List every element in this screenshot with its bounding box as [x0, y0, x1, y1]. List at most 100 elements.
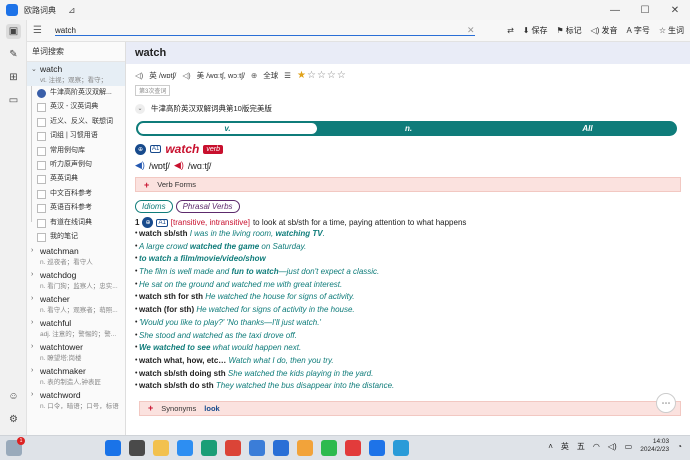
ime-mode[interactable]: 五	[577, 441, 585, 452]
example-text: He sat on the ground and watched me with…	[139, 279, 343, 289]
start-icon[interactable]	[105, 440, 121, 456]
pen-nav-icon[interactable]: ✎	[6, 47, 21, 62]
chevron-down-icon[interactable]: ⌄	[31, 65, 37, 73]
chevron-right-icon[interactable]: ›	[31, 319, 33, 326]
example-sentence: The film is well made and fun to watch—j…	[126, 266, 690, 279]
dict-item[interactable]: 近义、反义、联想词	[27, 115, 125, 129]
translate-nav-icon[interactable]: ⊞	[6, 70, 21, 85]
speaker-uk-icon[interactable]: ◀)	[135, 160, 145, 171]
chevron-right-icon[interactable]: ›	[31, 295, 33, 302]
tag-button[interactable]: ⚑ 标记	[556, 25, 581, 36]
list-item-selected[interactable]: ⌄ watch vt. 注视；观察；看守；	[27, 62, 125, 86]
search-icon[interactable]	[129, 440, 145, 456]
phrasal-verbs-link[interactable]: Phrasal Verbs	[175, 200, 240, 213]
dict-item[interactable]: 牛津高阶英汉双解...	[27, 86, 125, 100]
list-item[interactable]: › watchful adj. 注意的；警惕的；警...	[27, 316, 125, 340]
search-input[interactable]	[55, 25, 475, 36]
notification-bell-icon[interactable]: ◔	[677, 442, 682, 451]
star-icon: ☆	[326, 70, 336, 81]
speak-button[interactable]: ◁) 发音	[591, 25, 618, 36]
dictionary-icon[interactable]	[393, 440, 409, 456]
clear-search-icon[interactable]: ✕	[467, 25, 475, 36]
synonym-word[interactable]: look	[204, 404, 219, 413]
chevron-up-icon[interactable]: ˄	[548, 442, 553, 451]
list-icon[interactable]: ☰	[284, 71, 291, 80]
chevron-right-icon[interactable]: ›	[31, 247, 33, 254]
sense-definition: 1 ⊕ A1 [transitive, intransitive] to loo…	[126, 213, 690, 228]
wechat-icon[interactable]	[321, 440, 337, 456]
dict-item[interactable]: 英汉 - 汉英词典	[27, 100, 125, 114]
tab-verb[interactable]: v.	[138, 123, 317, 134]
user-nav-icon[interactable]: ☺	[6, 389, 21, 404]
vscode-icon[interactable]	[273, 440, 289, 456]
photo-icon[interactable]	[249, 440, 265, 456]
dict-item[interactable]: 词组 | 习惯用语	[27, 129, 125, 143]
chrome-icon[interactable]	[225, 440, 241, 456]
pin-icon[interactable]: ⊿	[68, 5, 76, 16]
pron-us: 美 /wɑːtʃ, wɔːtʃ/	[196, 71, 245, 80]
eudic-icon[interactable]	[369, 440, 385, 456]
tab-all[interactable]: All	[498, 124, 677, 133]
dict-section-header[interactable]: ⌄ 牛津高阶英汉双解词典第10版完美版	[126, 96, 690, 114]
chevron-right-icon[interactable]: ›	[31, 271, 33, 278]
vocab-button[interactable]: ☆ 生词	[659, 25, 684, 36]
wifi-icon[interactable]: ◠	[593, 442, 600, 451]
edge-icon[interactable]	[201, 440, 217, 456]
example-keyword: fun to watch	[231, 267, 279, 277]
maximize-button[interactable]: ☐	[630, 5, 660, 16]
chevron-right-icon[interactable]: ›	[31, 391, 33, 398]
files-icon[interactable]	[153, 440, 169, 456]
list-item[interactable]: › watchword n. 口令，暗语；口号，标语	[27, 388, 125, 412]
idioms-link[interactable]: Idioms	[135, 200, 173, 213]
sublime-icon[interactable]	[297, 440, 313, 456]
volume-icon[interactable]: ◁)	[608, 442, 617, 451]
dict-item[interactable]: 英语百科参考	[27, 201, 125, 215]
save-button[interactable]: ⬇ 保存	[523, 25, 548, 36]
synonyms-toggle[interactable]: + Synonyms look	[139, 400, 681, 416]
folder-nav-icon[interactable]: ▭	[6, 93, 21, 108]
chat-bubble-icon[interactable]: ⋯	[656, 393, 676, 413]
chevron-right-icon[interactable]: ›	[31, 343, 33, 350]
dictionary-nav-icon[interactable]: ▣	[6, 24, 21, 39]
close-button[interactable]: ✕	[660, 5, 690, 16]
star-icon: ☆	[306, 70, 316, 81]
speaker-us-icon[interactable]: ◀)	[174, 160, 184, 171]
speaker-us-icon[interactable]: ◁)	[182, 71, 190, 80]
battery-icon[interactable]: ▭	[625, 442, 633, 451]
list-item[interactable]: › watchtower n. 瞭望塔;岗楼	[27, 340, 125, 364]
list-item[interactable]: › watchdog n. 看门狗；监察人；忠实...	[27, 268, 125, 292]
example-pattern: watch sth for sth	[139, 292, 204, 302]
example-pattern: watch sb/sth	[139, 229, 188, 238]
dict-item[interactable]: 中文百科参考	[27, 187, 125, 201]
wps-icon[interactable]	[345, 440, 361, 456]
list-item[interactable]: › watchmaker n. 表的制造人,钟表匠	[27, 364, 125, 388]
minimize-button[interactable]: —	[600, 5, 630, 16]
example-sentence: watch sb/sth doing sth She watched the k…	[126, 368, 690, 381]
settings-gear-icon[interactable]: ⚙	[6, 412, 21, 427]
list-menu-icon[interactable]: ☰	[33, 25, 49, 36]
list-item[interactable]: › watcher n. 看守人；观察者；萌照...	[27, 292, 125, 316]
cloud-icon[interactable]	[177, 440, 193, 456]
window-title: 欧路词典	[24, 5, 56, 15]
verb-forms-toggle[interactable]: + Verb Forms	[135, 177, 681, 192]
ime-language[interactable]: 英	[561, 441, 569, 452]
arrows-button[interactable]: ⇄	[507, 26, 514, 35]
tab-noun[interactable]: n.	[319, 124, 498, 133]
dict-item[interactable]: 有道在线词典	[27, 216, 125, 230]
dict-item[interactable]: 听力原声例句	[27, 158, 125, 172]
dict-item[interactable]: 常用例句库	[27, 144, 125, 158]
clock[interactable]: 14:03 2024/2/23	[640, 438, 669, 454]
font-size-button[interactable]: A 字号	[626, 25, 649, 36]
dict-item[interactable]: 英英词典	[27, 172, 125, 186]
chevron-right-icon[interactable]: ›	[31, 367, 33, 374]
example-pattern: watch (for sth)	[139, 305, 195, 315]
collapse-chevron-icon[interactable]: ⌄	[135, 103, 145, 114]
notification-icon[interactable]: 1	[6, 437, 25, 456]
speaker-uk-icon[interactable]: ◁)	[135, 71, 143, 80]
globe-icon[interactable]: ⊕	[251, 71, 257, 80]
example-text: He watched for signs of activity in the …	[196, 305, 355, 315]
verb-forms-label: Verb Forms	[157, 180, 197, 189]
list-item[interactable]: › watchman n. 巡夜者；看守人	[27, 244, 125, 268]
star-rating[interactable]: ★ ☆ ☆ ☆ ☆	[297, 70, 346, 81]
dict-item[interactable]: 我的笔记	[27, 230, 125, 244]
